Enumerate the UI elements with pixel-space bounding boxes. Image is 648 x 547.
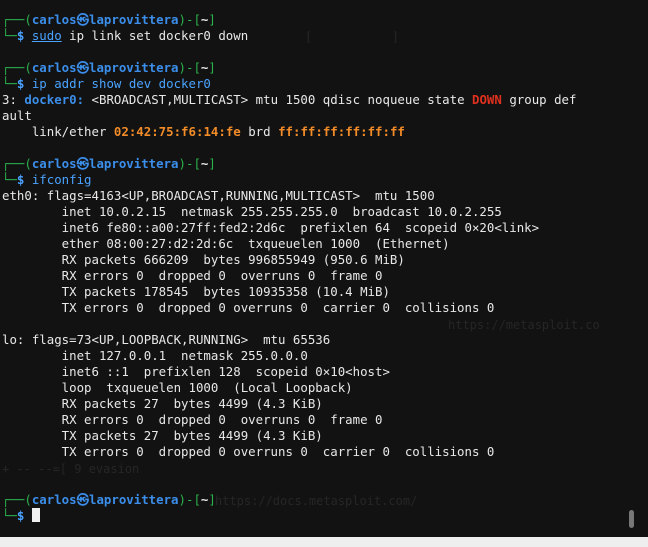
ifconfig-line: RX packets 27 bytes 4499 (4.3 KiB)	[2, 396, 323, 411]
background-bracket: [ ]	[305, 30, 399, 44]
ifconfig-line: loop txqueuelen 1000 (Local Loopback)	[2, 380, 353, 395]
ifconfig-line: lo: flags=73<UP,LOOPBACK,RUNNING> mtu 65…	[2, 332, 331, 347]
ifconfig-line: inet 127.0.0.1 netmask 255.0.0.0	[2, 348, 308, 363]
sudo-command: sudo	[31, 28, 62, 43]
prompt-line-2: ┌──(carlos㉿laprovittera)-[~]	[2, 60, 216, 75]
ifconfig-line: TX errors 0 dropped 0 overruns 0 carrier…	[2, 300, 495, 315]
ip-output-line-1: 3: docker0: <BROADCAST,MULTICAST> mtu 15…	[2, 92, 577, 107]
command-line-2: └─$ ip addr show dev docker0	[2, 76, 211, 91]
ifconfig-line: RX packets 666209 bytes 996855949 (950.6…	[2, 252, 405, 267]
background-evasion: + -- --=[ 9 evasion	[2, 462, 140, 476]
ifconfig-line: inet6 fe80::a00:27ff:fed2:2d6c prefixlen…	[2, 220, 540, 235]
bottom-bar	[0, 537, 648, 547]
ifconfig-line: TX packets 27 bytes 4499 (4.3 KiB)	[2, 428, 323, 443]
ifconfig-line: inet6 ::1 prefixlen 128 scopeid 0×10<hos…	[2, 364, 390, 379]
prompt-line-1: ┌──(carlos㉿laprovittera)-[~]	[2, 12, 216, 27]
command-line-current[interactable]: └─$	[2, 508, 40, 524]
ifconfig-line: RX errors 0 dropped 0 overruns 0 frame 0	[2, 412, 383, 427]
background-url-1: https://metasploit.co	[448, 318, 600, 332]
ifconfig-line: ether 08:00:27:d2:2d:6c txqueuelen 1000 …	[2, 236, 450, 251]
command-line-3: └─$ ifconfig	[2, 172, 92, 187]
terminal-window[interactable]: [ ] https://metasploit.co + -- --=[ 9 ev…	[0, 0, 648, 537]
ifconfig-line: TX errors 0 dropped 0 overruns 0 carrier…	[2, 444, 495, 459]
ip-output-wrap: ault	[2, 108, 32, 123]
ifconfig-line: inet 10.0.2.15 netmask 255.255.255.0 bro…	[2, 204, 502, 219]
ifconfig-line: TX packets 178545 bytes 10935358 (10.4 M…	[2, 284, 390, 299]
background-url-2: https://docs.metasploit.com/	[215, 494, 418, 508]
ip-output-link-line: link/ether 02:42:75:f6:14:fe brd ff:ff:f…	[31, 124, 405, 139]
text-cursor	[31, 508, 40, 522]
prompt-line-3: ┌──(carlos㉿laprovittera)-[~]	[2, 156, 216, 171]
ifconfig-line: RX errors 0 dropped 0 overruns 0 frame 0	[2, 268, 383, 283]
ifconfig-line: eth0: flags=4163<UP,BROADCAST,RUNNING,MU…	[2, 188, 435, 203]
scrollbar-thumb[interactable]	[629, 510, 634, 528]
command-line-1: └─$ sudo ip link set docker0 down	[2, 28, 249, 43]
prompt-line-4: ┌──(carlos㉿laprovittera)-[~]	[2, 492, 216, 507]
